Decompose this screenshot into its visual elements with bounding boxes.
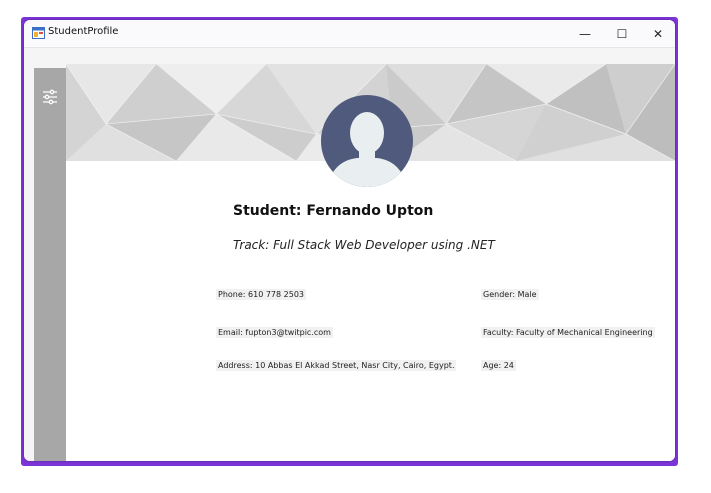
gender-label: Gender: Male	[481, 289, 539, 300]
app-form-icon	[32, 27, 45, 39]
student-track: Track: Full Stack Web Developer using .N…	[233, 238, 495, 252]
user-avatar-icon	[321, 95, 413, 187]
close-button[interactable]: ✕	[640, 20, 675, 47]
settings-sliders-icon[interactable]	[42, 89, 58, 105]
window-title: StudentProfile	[48, 26, 119, 37]
address-label: Address: 10 Abbas El Akkad Street, Nasr …	[216, 360, 457, 371]
email-label: Email: fupton3@twitpic.com	[216, 327, 333, 338]
desktop: StudentProfile — ☐ ✕ Student: Fernando U…	[0, 0, 711, 493]
minimize-button[interactable]: —	[567, 20, 603, 47]
student-name: Student: Fernando Upton	[233, 203, 434, 219]
title-bar[interactable]: StudentProfile — ☐ ✕	[24, 20, 675, 48]
student-profile-window: StudentProfile — ☐ ✕ Student: Fernando U…	[24, 20, 675, 461]
faculty-label: Faculty: Faculty of Mechanical Engineeri…	[481, 327, 655, 338]
sidebar	[34, 68, 66, 461]
client-area: Student: Fernando Upton Track: Full Stac…	[24, 48, 675, 461]
age-label: Age: 24	[481, 360, 516, 371]
maximize-button[interactable]: ☐	[604, 20, 640, 47]
profile-panel: Student: Fernando Upton Track: Full Stac…	[66, 64, 675, 461]
phone-label: Phone: 610 778 2503	[216, 289, 307, 300]
